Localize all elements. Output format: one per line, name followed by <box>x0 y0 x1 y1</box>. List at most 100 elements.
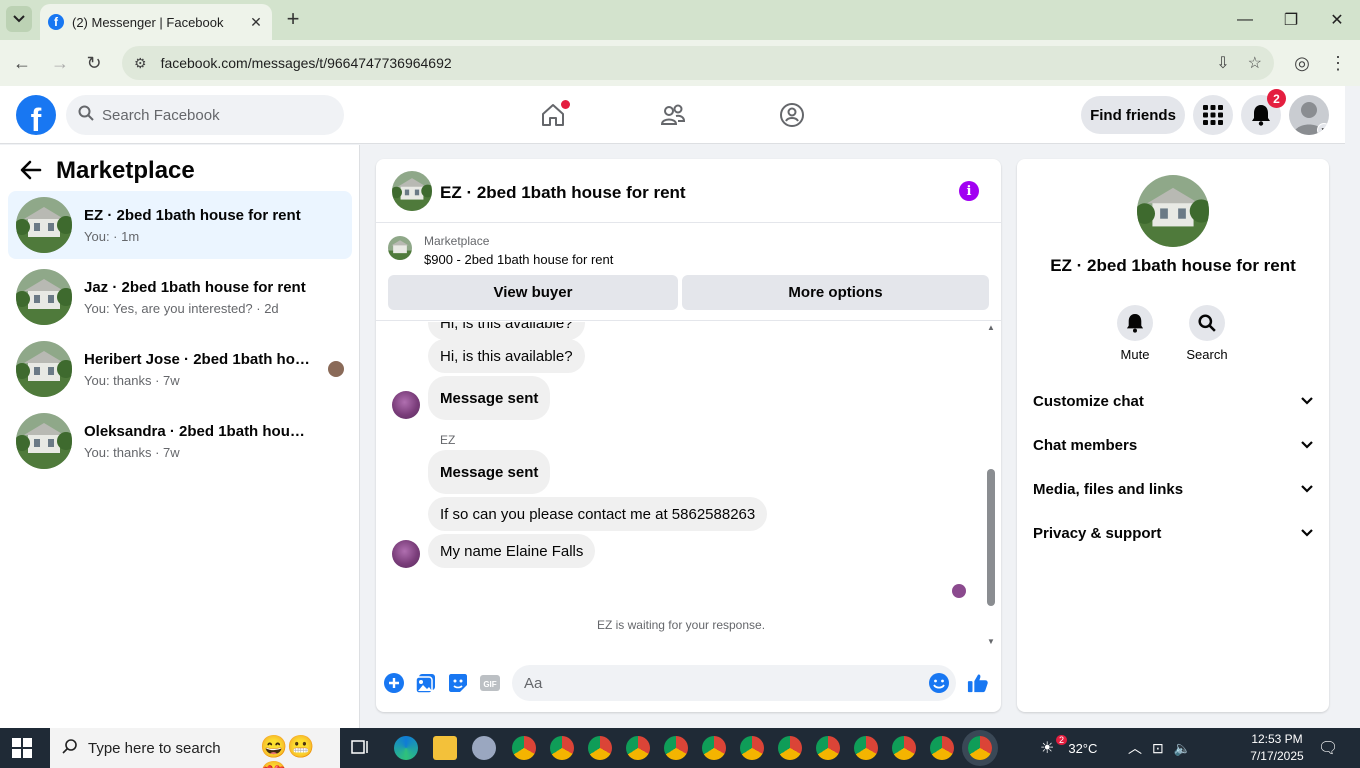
site-info-icon[interactable]: ⚙ <box>134 55 147 72</box>
message-scrollbar[interactable] <box>987 469 995 606</box>
scroll-up-arrow[interactable]: ▲ <box>985 323 997 332</box>
notification-center-icon[interactable]: 🗨 <box>1318 728 1338 768</box>
friends-nav[interactable] <box>653 98 693 132</box>
home-nav[interactable] <box>533 98 573 132</box>
facebook-logo-icon[interactable]: f <box>16 95 56 135</box>
back-arrow-icon[interactable] <box>20 160 42 186</box>
customize-chat-section[interactable]: Customize chat <box>1025 381 1321 421</box>
browser-tab-active[interactable]: f (2) Messenger | Facebook ✕ <box>40 4 272 40</box>
chrome-icon[interactable] <box>930 736 954 760</box>
minimize-button[interactable]: — <box>1222 0 1268 40</box>
media-files-section[interactable]: Media, files and links <box>1025 469 1321 509</box>
bell-icon <box>1126 314 1144 333</box>
emoji-icon[interactable] <box>928 672 950 694</box>
photo-icon[interactable] <box>415 672 437 694</box>
info-icon[interactable]: i <box>959 181 979 201</box>
account-avatar[interactable]: ▼ <box>1289 95 1329 135</box>
chrome-icon[interactable] <box>816 736 840 760</box>
chevron-up-icon[interactable]: ︿ <box>1128 738 1142 758</box>
speaker-icon[interactable]: 🔈 <box>1174 740 1191 757</box>
groups-nav[interactable] <box>772 98 812 132</box>
back-button[interactable]: ← <box>10 51 34 75</box>
tab-search-dropdown[interactable] <box>6 6 32 32</box>
listing-thumbnail <box>388 236 412 260</box>
close-window-button[interactable]: ✕ <box>1314 0 1360 40</box>
search-in-chat-button[interactable]: Search <box>1177 305 1237 362</box>
url-text: facebook.com/messages/t/9664747736964692 <box>160 55 452 71</box>
privacy-support-section[interactable]: Privacy & support <box>1025 513 1321 553</box>
conversation-item[interactable]: Jaz · 2bed 1bath house for rent You: Yes… <box>8 263 352 331</box>
plus-circle-icon[interactable] <box>383 672 405 694</box>
chrome-icon[interactable] <box>892 736 916 760</box>
message-list: Hi, is this available? Hi, is this avail… <box>376 322 1001 652</box>
maximize-button[interactable]: ❐ <box>1268 0 1314 40</box>
scroll-down-arrow[interactable]: ▼ <box>985 637 997 646</box>
reload-button[interactable]: ↻ <box>82 51 106 75</box>
facebook-search[interactable] <box>66 95 344 135</box>
chrome-icon[interactable] <box>740 736 764 760</box>
page-scrollbar[interactable] <box>1345 86 1360 728</box>
chrome-icon[interactable] <box>512 736 536 760</box>
new-tab-button[interactable]: + <box>282 8 304 30</box>
edge-browser-icon[interactable] <box>394 736 418 760</box>
message-input[interactable] <box>512 665 892 701</box>
view-buyer-button[interactable]: View buyer <box>388 275 678 310</box>
chrome-icon[interactable] <box>626 736 650 760</box>
sticker-icon[interactable] <box>447 672 469 694</box>
emoji-decoration-icon: 😄😬😍 <box>260 734 315 768</box>
section-label: Privacy & support <box>1033 524 1162 542</box>
menu-grid-button[interactable] <box>1193 95 1233 135</box>
chrome-icon[interactable] <box>854 736 878 760</box>
taskbar-search[interactable]: Type here to search 😄😬😍 <box>50 728 340 768</box>
conversation-preview: You: thanks · 7w <box>84 373 180 388</box>
file-explorer-icon[interactable] <box>433 736 457 760</box>
chat-members-section[interactable]: Chat members <box>1025 425 1321 465</box>
paint-app-icon[interactable] <box>472 736 496 760</box>
task-view-icon[interactable] <box>349 736 373 760</box>
conversation-preview: You: · 1m <box>84 229 140 244</box>
message-bubble: Message sent <box>428 450 551 494</box>
message-input-wrapper <box>512 665 956 701</box>
listing-title[interactable]: $900 - 2bed 1bath house for rent <box>424 252 613 267</box>
more-options-button[interactable]: More options <box>682 275 989 310</box>
read-receipt-avatar <box>328 361 344 377</box>
thumbs-up-icon[interactable] <box>967 672 989 694</box>
chrome-icon[interactable] <box>550 736 574 760</box>
forward-button[interactable]: → <box>48 51 72 75</box>
profile-icon[interactable]: ◎ <box>1290 51 1314 75</box>
sender-avatar[interactable] <box>392 540 420 568</box>
message-bubble: My name Elaine Falls <box>428 534 596 568</box>
tab-close-icon[interactable]: ✕ <box>248 14 264 31</box>
windows-start-icon[interactable] <box>12 738 32 758</box>
house-thumbnail[interactable] <box>392 171 432 211</box>
chat-avatar <box>1137 175 1209 247</box>
facebook-search-input[interactable] <box>102 106 322 124</box>
browser-menu-icon[interactable]: ⋮ <box>1326 51 1350 75</box>
message-bubble: Hi, is this available? <box>428 322 585 340</box>
sender-avatar[interactable] <box>392 391 420 419</box>
chrome-icon[interactable] <box>702 736 726 760</box>
message-bubble: If so can you please contact me at 58625… <box>428 497 768 531</box>
gif-icon[interactable]: GIF <box>479 672 501 694</box>
chat-title[interactable]: EZ · 2bed 1bath house for rent <box>440 183 686 203</box>
install-app-icon[interactable]: ⇩ <box>1216 53 1229 73</box>
weather-widget[interactable]: ☀ 2 32°C <box>1040 728 1097 768</box>
conversation-item[interactable]: EZ · 2bed 1bath house for rent You: · 1m <box>8 191 352 259</box>
system-clock[interactable]: 12:53 PM 7/17/2025 <box>1242 731 1312 765</box>
conversation-item[interactable]: Heribert Jose · 2bed 1bath hous... You: … <box>8 335 352 403</box>
conversation-item[interactable]: Oleksandra · 2bed 1bath house for... You… <box>8 407 352 475</box>
chrome-icon-active[interactable] <box>968 736 992 760</box>
weather-icon: ☀ <box>1040 740 1055 757</box>
conversation-name: Jaz · 2bed 1bath house for rent <box>84 279 306 296</box>
clock-date: 7/17/2025 <box>1250 749 1304 763</box>
chrome-icon[interactable] <box>778 736 802 760</box>
network-icon[interactable]: ⊡ <box>1152 740 1164 757</box>
chat-window: EZ · 2bed 1bath house for rent i Marketp… <box>376 159 1001 712</box>
chrome-icon[interactable] <box>664 736 688 760</box>
bookmark-star-icon[interactable]: ☆ <box>1248 53 1262 73</box>
mute-button[interactable]: Mute <box>1105 305 1165 362</box>
tab-title: (2) Messenger | Facebook <box>72 14 224 30</box>
find-friends-button[interactable]: Find friends <box>1081 96 1185 134</box>
chrome-icon[interactable] <box>588 736 612 760</box>
address-bar[interactable]: ⚙ facebook.com/messages/t/96647477369646… <box>122 46 1274 80</box>
